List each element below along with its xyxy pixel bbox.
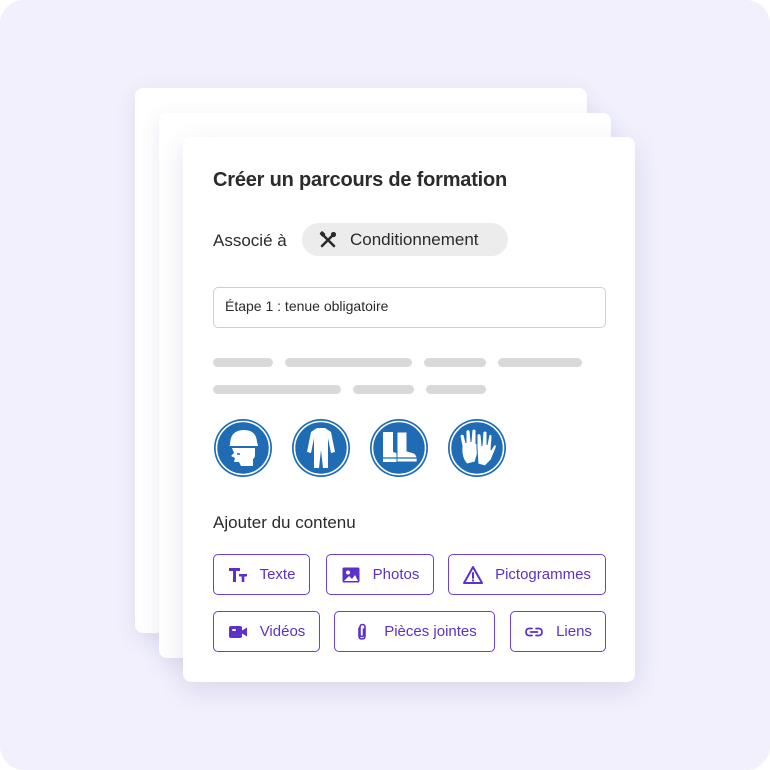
add-text-button[interactable]: Texte [213, 554, 310, 595]
add-content-label: Ajouter du contenu [213, 513, 356, 532]
tools-icon [318, 230, 338, 250]
step-title-input[interactable]: Étape 1 : tenue obligatoire [213, 287, 606, 328]
gloves-sign-icon[interactable] [447, 418, 507, 478]
add-links-button[interactable]: Liens [510, 611, 606, 652]
placeholder-line [426, 385, 486, 394]
video-icon [228, 622, 248, 642]
add-photos-button[interactable]: Photos [326, 554, 434, 595]
training-path-dialog: Créer un parcours de formation Associé à… [183, 137, 635, 682]
associated-chip-label: Conditionnement [350, 229, 479, 249]
placeholder-line [213, 358, 273, 367]
placeholder-line [285, 358, 412, 367]
link-icon [524, 622, 544, 642]
dialog-title: Créer un parcours de formation [213, 169, 508, 191]
image-icon [341, 565, 361, 585]
add-attachments-label: Pièces jointes [384, 623, 477, 640]
add-attachments-button[interactable]: Pièces jointes [334, 611, 495, 652]
add-text-label: Texte [259, 566, 296, 583]
placeholder-line [213, 385, 341, 394]
add-pictograms-label: Pictogrammes [495, 566, 591, 583]
associated-label: Associé à [213, 231, 287, 250]
paperclip-icon [352, 622, 372, 642]
add-videos-button[interactable]: Vidéos [213, 611, 320, 652]
placeholder-line [498, 358, 582, 367]
associated-chip[interactable]: Conditionnement [302, 223, 508, 256]
placeholder-line [353, 385, 414, 394]
add-pictograms-button[interactable]: Pictogrammes [448, 554, 606, 595]
coverall-sign-icon[interactable] [291, 418, 351, 478]
text-icon [228, 565, 248, 585]
add-photos-label: Photos [372, 566, 420, 583]
safety-boots-sign-icon[interactable] [369, 418, 429, 478]
add-videos-label: Vidéos [259, 623, 306, 640]
hard-hat-sign-icon[interactable] [213, 418, 273, 478]
add-links-label: Liens [556, 623, 592, 640]
placeholder-line [424, 358, 486, 367]
warning-icon [463, 565, 484, 585]
